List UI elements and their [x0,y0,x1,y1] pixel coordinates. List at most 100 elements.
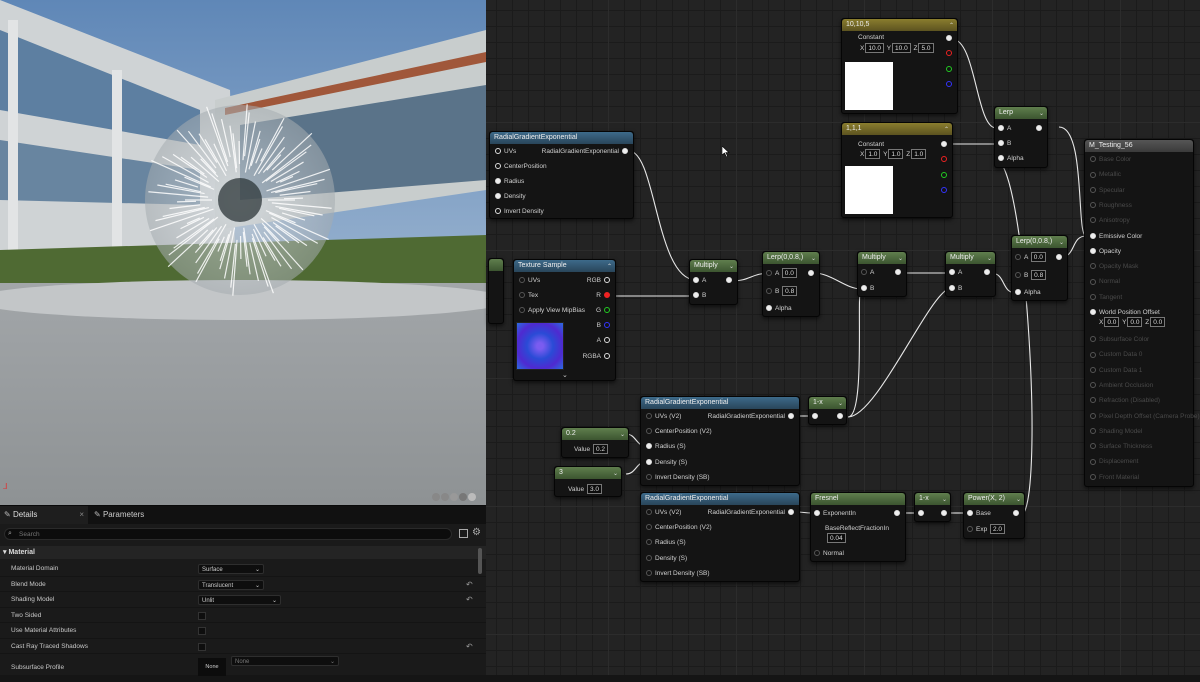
node-multiply[interactable]: Multiply⌄ A B [689,259,738,305]
node-constant3-1-1-1[interactable]: 1,1,1⌃ Constant X1.0 Y1.0 Z1.0 [841,122,953,218]
input-pin-a[interactable]: A [690,275,706,287]
material-input-pin[interactable]: Base Color [1087,154,1131,166]
chevron-up-icon[interactable]: ⌃ [949,20,954,31]
output-pin[interactable] [1033,123,1045,135]
input-pin-b[interactable]: B [690,290,706,302]
output-pin-r[interactable] [943,48,955,60]
material-input-pin[interactable]: Normal [1087,276,1120,288]
reset-icon[interactable]: ↶ [466,592,473,608]
reset-icon[interactable]: ↶ [466,639,473,655]
material-input-pin[interactable]: Pixel Depth Offset (Camera Probe) [1087,411,1200,423]
exp-value-input[interactable]: 2.0 [990,524,1005,534]
chevron-down-icon[interactable]: ⌄ [1059,237,1064,248]
tab-details[interactable]: ✎ Details× [0,506,88,524]
chevron-down-icon[interactable]: ⌄ [1039,108,1044,119]
input-pin-invert-density[interactable]: Invert Density (SB) [643,472,710,484]
material-input-pin[interactable]: Subsurface Color [1087,334,1149,346]
input-pin-uvs[interactable]: UVs (V2) [643,507,681,519]
output-pin-r[interactable] [938,154,950,166]
input-pin-tex[interactable]: Tex [516,290,538,302]
output-pin-rgb[interactable]: RGB [587,275,613,287]
output-pin[interactable] [938,508,950,520]
node-material-result[interactable]: M_Testing_56 Base ColorMetallicSpecularR… [1084,139,1194,487]
node-fresnel[interactable]: Fresnel ExponentIn BaseReflectFractionIn… [810,492,906,562]
teapot-preview-icon[interactable] [468,493,476,501]
z-value-input[interactable]: 1.0 [911,149,926,159]
a-value-input[interactable]: 0.0 [1031,252,1046,262]
output-pin-g[interactable]: G [596,305,613,317]
material-input-pin[interactable]: Refraction (Disabled) [1087,395,1160,407]
chevron-down-icon[interactable]: ⌄ [898,253,903,264]
input-pin-a[interactable]: A [858,267,874,279]
close-tab-icon[interactable]: × [79,506,84,524]
input-pin-density[interactable]: Density (S) [643,553,687,565]
input-pin-b[interactable]: B [858,283,874,295]
input-pin-uvs[interactable]: UVs [516,275,540,287]
chevron-down-icon[interactable]: ⌄ [838,398,843,409]
input-pin-alpha[interactable]: Alpha [763,303,792,315]
output-pin[interactable] [805,268,817,280]
output-pin[interactable] [1053,252,1065,264]
input-pin-center-position[interactable]: CenterPosition (V2) [643,426,712,438]
gear-icon[interactable]: ⚙ [472,527,481,538]
cylinder-preview-icon[interactable] [441,493,449,501]
x-value-input[interactable]: 10.0 [865,43,884,53]
material-input-pin[interactable]: Front Material [1087,472,1139,484]
output-pin-g[interactable] [943,64,955,76]
graph-left-stub-node[interactable] [488,258,504,324]
chevron-down-icon[interactable]: ⌄ [987,253,992,264]
tab-parameters[interactable]: ✎ Parameters [94,506,144,524]
chevron-down-icon[interactable]: ⌄ [1016,494,1021,505]
search-input[interactable] [19,529,439,539]
material-graph-canvas[interactable]: RadialGradientExponential UVs CenterPosi… [486,0,1200,675]
cast-ray-traced-shadows-checkbox[interactable] [198,643,206,651]
base-reflect-input[interactable]: 0.04 [827,533,846,543]
input-pin-invert-density[interactable]: Invert Density (SB) [643,568,710,580]
output-pin-b[interactable] [943,79,955,91]
reset-icon[interactable]: ↶ [466,577,473,593]
input-pin-a[interactable]: A [946,267,962,279]
output-pin[interactable]: RadialGradientExponential [542,146,631,158]
material-input-pin[interactable]: Ambient Occlusion [1087,380,1153,392]
material-input-pin[interactable]: Custom Data 0 [1087,349,1142,361]
input-pin-alpha[interactable]: Alpha [1012,287,1041,299]
input-pin-a[interactable]: A 0.0 [1012,252,1047,264]
node-constant3-10-10-5[interactable]: 10,10,5⌃ Constant X10.0 Y10.0 Z5.0 [841,18,958,114]
material-input-pin[interactable]: Specular [1087,185,1125,197]
z-value-input[interactable]: 5.0 [918,43,933,53]
material-input-pin[interactable]: Displacement [1087,456,1138,468]
material-input-pin[interactable]: Emissive Color [1087,231,1142,243]
input-pin-a[interactable]: A 0.0 [763,268,798,280]
input-pin-radius[interactable]: Radius (S) [643,537,686,549]
material-input-pin[interactable]: Surface Thickness [1087,441,1152,453]
input-pin-b[interactable]: B 0.8 [763,286,798,298]
y-value-input[interactable]: 10.0 [892,43,911,53]
y-value-input[interactable]: 0.0 [1127,317,1142,327]
z-value-input[interactable]: 0.0 [1150,317,1165,327]
chevron-down-icon[interactable]: ⌄ [811,253,816,264]
node-multiply[interactable]: Multiply⌄ A B [945,251,996,297]
blend-mode-select[interactable]: Translucent⌄ [198,580,264,590]
input-pin-alpha[interactable]: Alpha [995,153,1024,165]
output-pin[interactable]: RadialGradientExponential [708,411,797,423]
output-pin-g[interactable] [938,170,950,182]
node-lerp[interactable]: Lerp⌄ A B Alpha [994,106,1048,168]
chevron-up-icon[interactable]: ⌃ [607,261,612,272]
output-pin-a[interactable]: A [597,335,613,347]
input-pin-uvs[interactable]: UVs [492,146,516,158]
search-box[interactable]: ⌕ [4,528,452,540]
b-value-input[interactable]: 0.8 [782,286,797,296]
node-texture-sample[interactable]: Texture Sample⌃ UVs Tex Apply View MipBi… [513,259,616,381]
input-pin-b[interactable]: B [946,283,962,295]
a-value-input[interactable]: 0.0 [782,268,797,278]
y-value-input[interactable]: 1.0 [888,149,903,159]
node-lerp[interactable]: Lerp(0,0.8,)⌄ A 0.0 B 0.8 Alpha [1011,235,1068,301]
table-view-icon[interactable] [459,529,468,538]
node-power[interactable]: Power(X, 2)⌄ Base Exp 2.0 [963,492,1025,539]
material-input-pin[interactable]: Tangent [1087,292,1122,304]
input-pin-radius[interactable]: Radius [492,176,524,188]
asset-thumbnail[interactable]: None [198,658,226,676]
value-input[interactable]: 3.0 [587,484,602,494]
input-pin-density[interactable]: Density (S) [643,457,687,469]
node-multiply[interactable]: Multiply⌄ A B [857,251,907,297]
